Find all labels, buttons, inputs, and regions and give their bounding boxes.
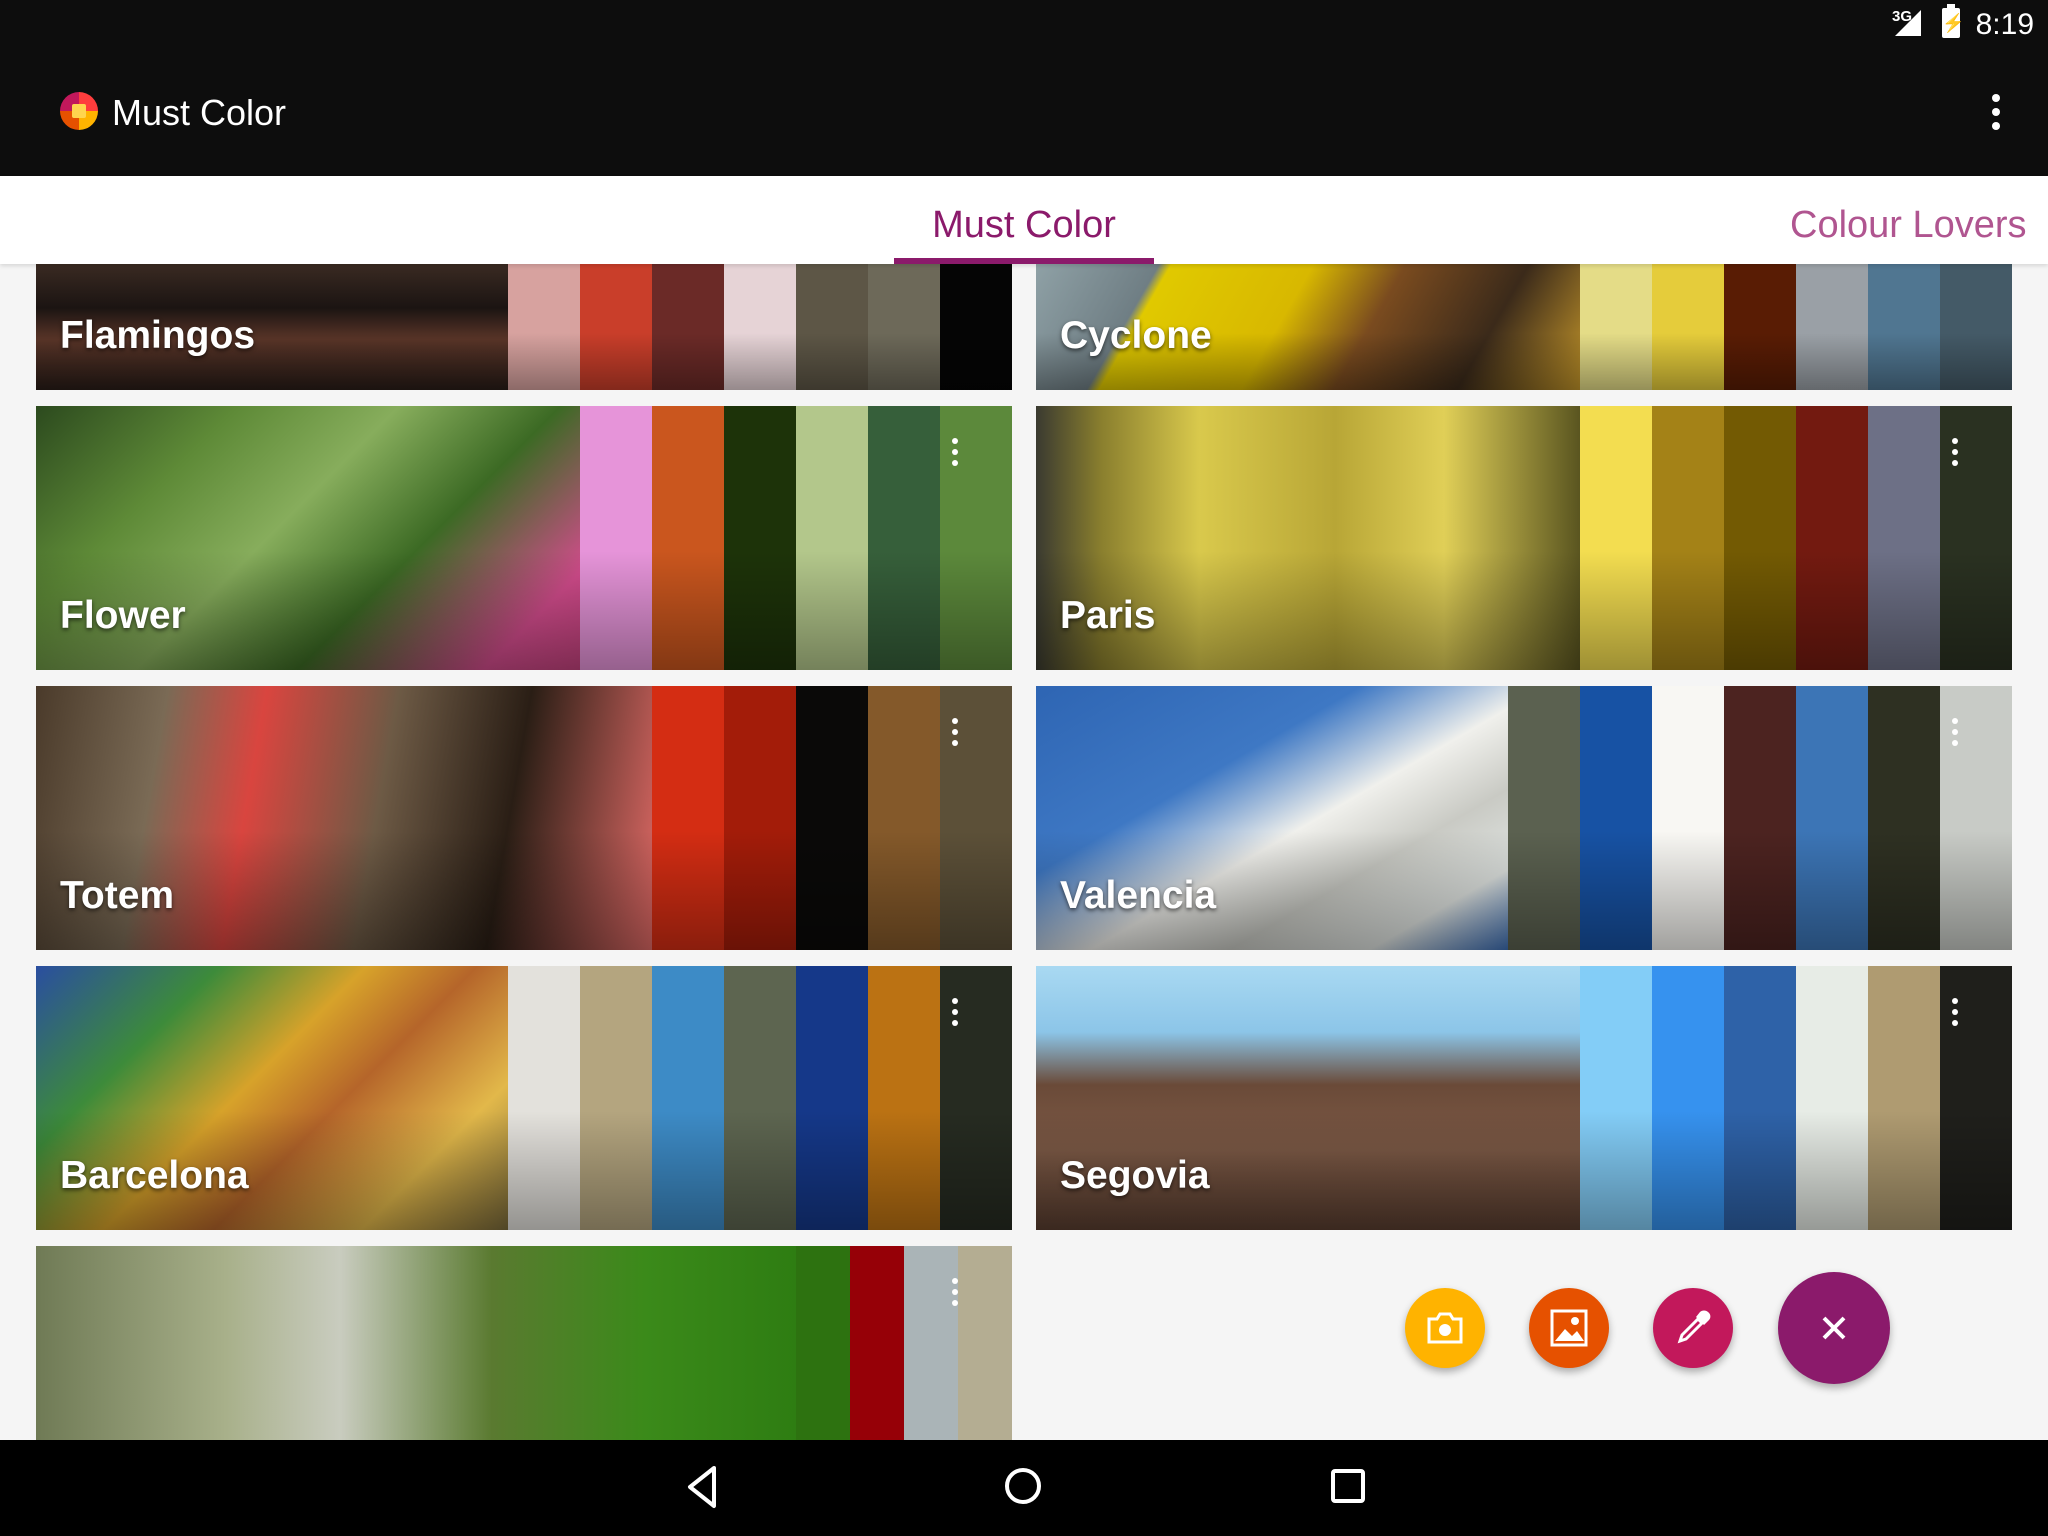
recents-icon[interactable]	[1330, 1468, 1366, 1504]
tab-bar: Must Color Colour Lovers	[0, 176, 2048, 264]
card-more-icon[interactable]	[952, 998, 958, 1026]
palette-card-barcelona[interactable]: Barcelona	[36, 966, 1012, 1230]
app-bar: Must Color	[0, 48, 2048, 176]
palette-swatches	[796, 1246, 1012, 1440]
card-more-icon[interactable]	[952, 718, 958, 746]
tab-colour-lovers[interactable]: Colour Lovers	[1790, 204, 2027, 247]
home-icon[interactable]	[1003, 1466, 1043, 1506]
color-swatch[interactable]	[850, 1246, 904, 1440]
palette-card-totem[interactable]: Totem	[36, 686, 1012, 950]
card-more-icon[interactable]	[952, 1278, 958, 1306]
gallery-fab[interactable]	[1529, 1288, 1609, 1368]
clock: 8:19	[1975, 8, 2034, 41]
image-icon	[1550, 1309, 1588, 1347]
palette-photo	[36, 1246, 796, 1440]
color-swatch[interactable]	[904, 1246, 958, 1440]
palette-card-untitled[interactable]	[36, 1246, 1012, 1440]
palette-card-flamingos[interactable]: Flamingos	[36, 264, 1012, 390]
palette-grid: Flamingos Cyclone Flower Paris Totem Val…	[0, 264, 2048, 1440]
palette-card-valencia[interactable]: Valencia	[1036, 686, 2012, 950]
palette-name: Flamingos	[60, 314, 256, 357]
color-swatch[interactable]	[796, 1246, 850, 1440]
battery-charging-icon: ⚡	[1942, 4, 1964, 38]
palette-name: Cyclone	[1060, 314, 1212, 357]
app-title: Must Color	[112, 92, 287, 133]
palette-name: Valencia	[1060, 874, 1217, 917]
color-picker-fab[interactable]	[1653, 1288, 1733, 1368]
close-fab[interactable]	[1778, 1272, 1890, 1384]
navigation-bar	[0, 1440, 2048, 1536]
palette-card-flower[interactable]: Flower	[36, 406, 1012, 670]
palette-name: Totem	[60, 874, 175, 917]
palette-card-paris[interactable]: Paris	[1036, 406, 2012, 670]
card-more-icon[interactable]	[1952, 438, 1958, 466]
card-more-icon[interactable]	[1952, 998, 1958, 1026]
palette-name: Segovia	[1060, 1154, 1210, 1197]
back-icon[interactable]	[680, 1464, 726, 1510]
card-more-icon[interactable]	[1952, 718, 1958, 746]
camera-fab[interactable]	[1405, 1288, 1485, 1368]
tab-must-color[interactable]: Must Color	[894, 204, 1154, 247]
palette-name: Paris	[1060, 594, 1156, 637]
status-bar: 3G ⚡ 8:19	[0, 0, 2048, 48]
palette-name: Flower	[60, 594, 186, 637]
color-swatch[interactable]	[958, 1246, 1012, 1440]
palette-card-cyclone[interactable]: Cyclone	[1036, 264, 2012, 390]
close-icon	[1822, 1316, 1846, 1340]
eyedropper-icon	[1677, 1310, 1711, 1344]
card-more-icon[interactable]	[952, 438, 958, 466]
tab-indicator	[894, 258, 1154, 264]
palette-card-segovia[interactable]: Segovia	[1036, 966, 2012, 1230]
signal-icon	[1895, 10, 1921, 36]
overflow-menu-icon[interactable]	[1976, 92, 2016, 132]
camera-icon	[1427, 1312, 1463, 1344]
palette-name: Barcelona	[60, 1154, 249, 1197]
app-logo-icon	[60, 92, 98, 130]
